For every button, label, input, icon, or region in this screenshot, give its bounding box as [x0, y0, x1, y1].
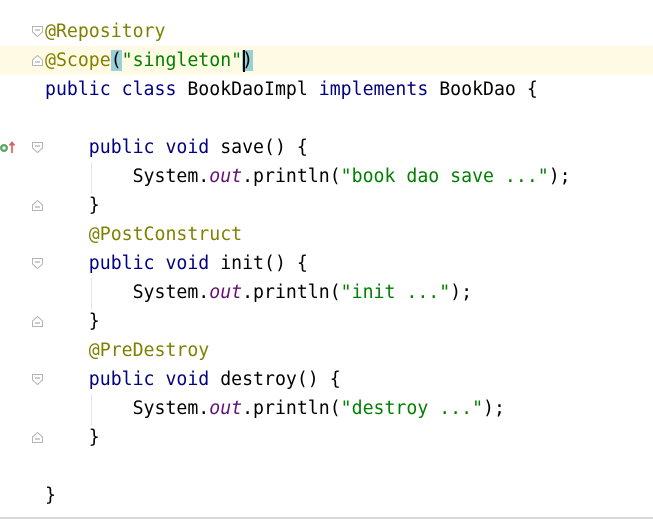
- code-line[interactable]: }: [45, 423, 100, 452]
- code-line[interactable]: public void destroy() {: [45, 365, 341, 394]
- indent-guide: [91, 394, 92, 426]
- code-token: .println(: [242, 398, 341, 419]
- code-token: out: [209, 282, 243, 303]
- indent-guide: [91, 278, 92, 310]
- code-token: "singleton": [121, 50, 243, 71]
- code-line[interactable]: @PostConstruct: [45, 220, 242, 249]
- code-token: System.: [45, 398, 210, 419]
- code-token: @Scope: [45, 50, 111, 71]
- matched-bracket: (: [110, 50, 122, 71]
- code-line[interactable]: public class BookDaoImpl implements Book…: [45, 75, 538, 104]
- code-line[interactable]: @Repository: [45, 17, 165, 46]
- code-token: @PreDestroy: [45, 340, 210, 361]
- code-token: out: [209, 398, 243, 419]
- code-token: );: [483, 398, 505, 419]
- code-line[interactable]: @PreDestroy: [45, 336, 209, 365]
- code-editor[interactable]: @Repository @Scope("singleton") public cla…: [0, 0, 653, 519]
- code-token: "destroy ...": [340, 398, 484, 419]
- code-line[interactable]: }: [45, 481, 56, 510]
- text-caret: [243, 50, 245, 72]
- code-token: save() {: [220, 137, 308, 158]
- code-token: System.: [45, 166, 210, 187]
- code-token: public void: [45, 253, 221, 274]
- code-token: "init ...": [340, 282, 451, 303]
- code-line[interactable]: System.out.println("init ...");: [45, 278, 472, 307]
- fold-marker-icon[interactable]: [32, 374, 43, 385]
- code-token: }: [45, 195, 100, 216]
- code-token: BookDaoImpl: [187, 79, 319, 100]
- code-token: }: [45, 311, 100, 332]
- code-token: .println(: [242, 282, 341, 303]
- code-line[interactable]: System.out.println("book dao save ...");: [45, 162, 571, 191]
- implemented-method-icon[interactable]: [0, 140, 18, 154]
- fold-marker-icon[interactable]: [32, 26, 43, 37]
- code-token: public void: [45, 369, 221, 390]
- code-token: }: [45, 485, 56, 506]
- fold-marker-icon[interactable]: [32, 142, 43, 153]
- code-token: implements: [318, 79, 440, 100]
- code-token: BookDao {: [439, 79, 538, 100]
- fold-marker-icon[interactable]: [32, 316, 43, 327]
- code-line[interactable]: public void save() {: [45, 133, 308, 162]
- code-token: @Repository: [45, 21, 166, 42]
- fold-marker-icon[interactable]: [32, 200, 43, 211]
- code-token: destroy() {: [220, 369, 341, 390]
- fold-marker-icon[interactable]: [32, 258, 43, 269]
- code-token: init() {: [220, 253, 308, 274]
- code-token: );: [450, 282, 473, 303]
- code-line[interactable]: @Scope("singleton"): [45, 46, 254, 75]
- code-line[interactable]: System.out.println("destroy ...");: [45, 394, 505, 423]
- code-line[interactable]: public void init() {: [45, 249, 308, 278]
- code-line[interactable]: }: [45, 307, 100, 336]
- code-token: }: [45, 427, 100, 448]
- code-token: "book dao save ...": [340, 166, 549, 187]
- code-token: );: [548, 166, 571, 187]
- fold-marker-icon[interactable]: [32, 55, 43, 66]
- code-line[interactable]: }: [45, 191, 100, 220]
- code-token: @PostConstruct: [45, 224, 243, 245]
- code-token: out: [209, 166, 243, 187]
- fold-marker-icon[interactable]: [32, 432, 43, 443]
- code-token: .println(: [242, 166, 341, 187]
- code-token: System.: [45, 282, 210, 303]
- indent-guide: [91, 162, 92, 194]
- code-token: public void: [45, 137, 221, 158]
- code-token: public class: [45, 79, 188, 100]
